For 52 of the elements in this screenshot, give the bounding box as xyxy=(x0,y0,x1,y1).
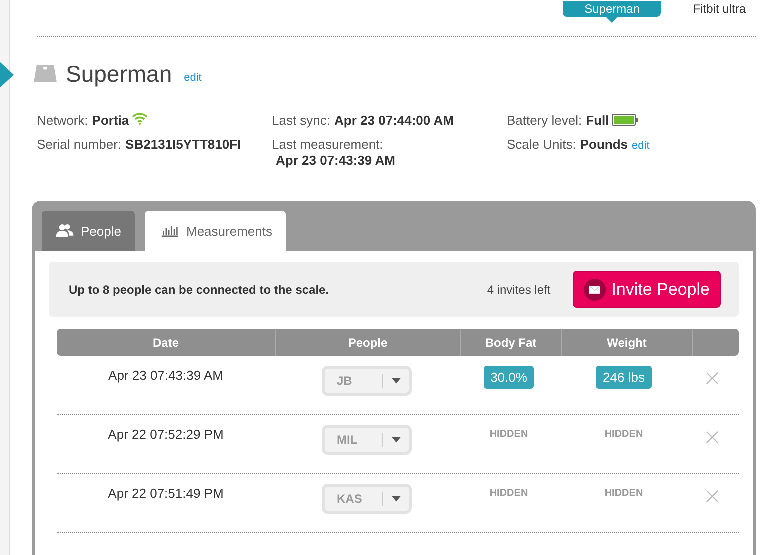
column-header: Weight xyxy=(562,329,693,356)
selection-marker xyxy=(0,62,14,88)
info-label: Network: xyxy=(37,113,88,128)
info-label: Serial number: xyxy=(37,137,122,152)
info-value: Apr 23 07:43:39 AM xyxy=(276,153,396,168)
mail-icon xyxy=(584,278,606,300)
delete-icon[interactable] xyxy=(706,431,718,444)
device-name: Superman xyxy=(66,61,172,88)
column-header: Body Fat xyxy=(461,329,562,356)
wifi-icon xyxy=(132,113,148,125)
info-label: Battery level: xyxy=(507,113,582,128)
caret-icon xyxy=(392,437,401,443)
edit-link[interactable]: edit xyxy=(632,140,650,152)
info-value: Full xyxy=(586,113,610,128)
bar-chart-icon xyxy=(161,224,180,238)
device-tab[interactable]: Superman xyxy=(563,1,662,17)
body-fat-badge: 30.0% xyxy=(484,366,534,389)
info-value: Portia xyxy=(92,113,130,128)
tab-pointer xyxy=(605,16,620,23)
edit-link[interactable]: edit xyxy=(184,72,202,84)
invite-message: Up to 8 people can be connected to the scale. xyxy=(69,282,330,296)
battery-icon xyxy=(612,114,638,126)
date-cell-text: Apr 22 07:51:49 PM xyxy=(107,485,225,503)
delete-icon[interactable] xyxy=(706,372,718,385)
invite-button[interactable]: Invite People xyxy=(572,271,721,308)
hidden-label: HIDDEN xyxy=(490,487,528,499)
info-label: Last sync: xyxy=(272,113,331,128)
info-label: Scale Units: xyxy=(507,137,576,152)
person-dropdown[interactable]: KAS xyxy=(322,484,412,514)
weight-badge: 246 lbs xyxy=(596,366,652,389)
tab[interactable]: Measurements xyxy=(145,211,286,251)
hidden-label: HIDDEN xyxy=(490,428,528,440)
scale-icon xyxy=(33,64,58,83)
invites-left: 4 invites left xyxy=(487,282,551,296)
hidden-label: HIDDEN xyxy=(604,487,644,499)
column-header: People xyxy=(276,329,461,356)
hidden-label: HIDDEN xyxy=(604,428,644,440)
person-dropdown[interactable]: JB xyxy=(322,366,412,396)
info-value: SB2131I5YTT810FI xyxy=(126,137,242,152)
info-value: Pounds xyxy=(580,137,628,152)
delete-icon[interactable] xyxy=(706,490,718,503)
column-header: Date xyxy=(57,329,276,356)
date-cell-text: Apr 22 07:52:29 PM xyxy=(107,426,225,444)
person-dropdown[interactable]: MIL xyxy=(322,425,412,455)
people-icon xyxy=(56,224,74,238)
device-tab[interactable]: Fitbit ultra xyxy=(683,1,756,17)
caret-icon xyxy=(392,496,401,502)
info-label: Last measurement: xyxy=(272,137,384,152)
date-cell-text: Apr 23 07:43:39 AM xyxy=(108,367,224,385)
caret-icon xyxy=(392,378,401,384)
info-value: Apr 23 07:44:00 AM xyxy=(334,113,454,128)
tab[interactable]: People xyxy=(42,211,136,251)
